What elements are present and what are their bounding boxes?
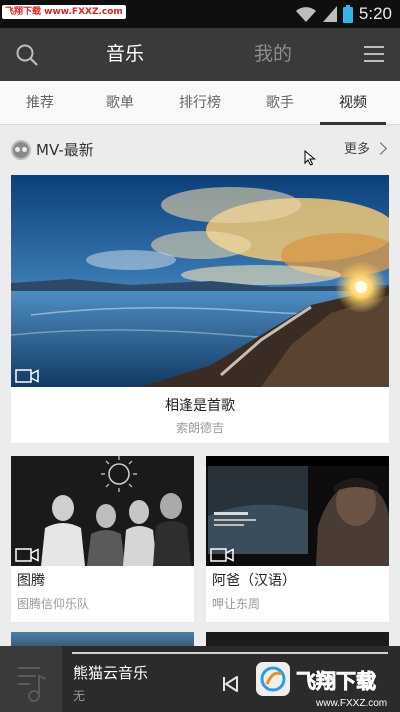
status-icons: 5:20 (295, 4, 392, 24)
playback-progress[interactable] (72, 652, 388, 654)
search-icon[interactable] (14, 42, 40, 68)
section-header: MV-最新 更多 (0, 128, 400, 172)
now-playing-artist: 无 (73, 689, 86, 703)
signal-icon (322, 6, 337, 22)
site-logo-watermark: 飞翔下载 www.FXXZ.com (256, 662, 387, 709)
svg-text:www.FXXZ.com: www.FXXZ.com (315, 698, 387, 709)
video-card[interactable]: 图腾 图腾信仰乐队 (11, 456, 194, 622)
video-artist: 呷让东周 (212, 597, 261, 611)
video-card[interactable]: 阿爸（汉语） 呷让东周 (206, 456, 389, 622)
app-header: 音乐 我的 (0, 28, 400, 81)
tab-mine[interactable]: 我的 (254, 42, 292, 66)
featured-video-thumbnail[interactable] (11, 175, 389, 387)
menu-icon[interactable] (364, 46, 384, 62)
now-playing-title: 熊猫云音乐 (73, 664, 149, 682)
battery-icon (342, 5, 353, 23)
tab-video[interactable]: 视频 (320, 81, 386, 125)
featured-video-card[interactable]: 相逢是首歌 索朗德吉 (11, 175, 389, 443)
wifi-icon (295, 7, 316, 22)
tab-singer[interactable]: 歌手 (244, 81, 316, 125)
mouse-cursor-icon (304, 150, 316, 166)
clock-time: 5:20 (358, 4, 392, 23)
video-camera-icon (210, 548, 234, 562)
tab-playlist[interactable]: 歌单 (84, 81, 156, 125)
tab-recommend[interactable]: 推荐 (6, 81, 74, 125)
active-tab-indicator (320, 122, 386, 125)
video-title: 阿爸（汉语） (212, 573, 296, 589)
status-bar: 飞翔下载 www.FXXZ.com 5:20 (0, 0, 400, 28)
music-note-icon (18, 667, 47, 702)
category-tabs: 推荐 歌单 排行榜 歌手 视频 (0, 81, 400, 125)
video-title: 图腾 (17, 573, 45, 589)
featured-video-title: 相逢是首歌 (165, 398, 235, 414)
tab-charts[interactable]: 排行榜 (164, 81, 236, 125)
screen: 飞翔下载 www.FXXZ.com 5:20 音乐 我的 推荐 歌单 排行榜 歌… (0, 0, 400, 712)
watermark-label: 飞翔下载 www.FXXZ.com (2, 5, 126, 19)
mv-icon (11, 140, 31, 160)
chevron-right-icon[interactable] (374, 142, 387, 155)
album-art[interactable] (0, 646, 62, 712)
video-artist: 图腾信仰乐队 (17, 597, 90, 611)
tab-music[interactable]: 音乐 (106, 42, 144, 66)
svg-text:飞翔下载: 飞翔下载 (296, 669, 376, 693)
video-camera-icon (15, 369, 39, 383)
section-title: MV-最新 (36, 141, 94, 159)
video-camera-icon (15, 548, 39, 562)
more-link[interactable]: 更多 (344, 142, 370, 158)
previous-track-icon[interactable] (220, 674, 240, 694)
featured-video-artist: 索朗德吉 (175, 421, 224, 435)
